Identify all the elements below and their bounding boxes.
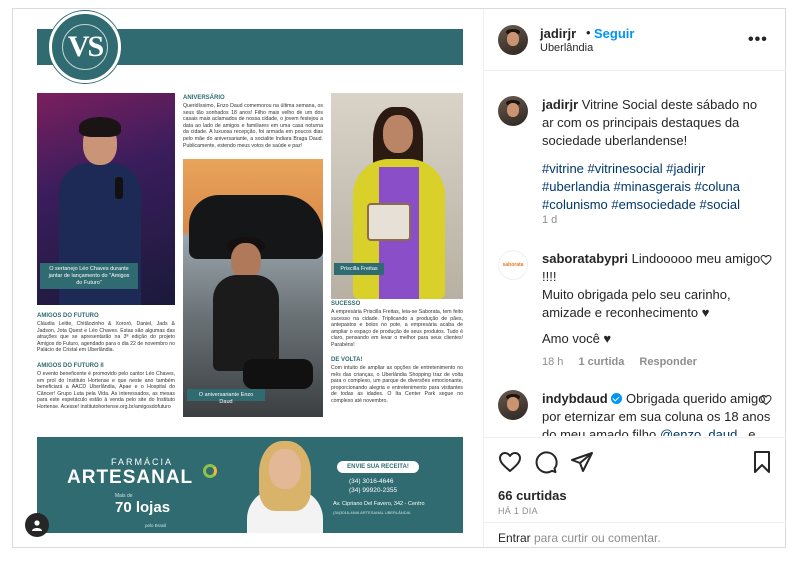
amigos2-title: AMIGOS DO FUTURO II bbox=[37, 363, 104, 369]
commenter-username[interactable]: saboratabypri bbox=[542, 251, 628, 266]
separator-dot: • bbox=[586, 25, 591, 40]
farmacia-artesanal-ad: FARMÁCIA ARTESANAL Mais de 70 lojas pelo… bbox=[37, 437, 463, 533]
comment-text: indybdaud Obrigada querido amigo por ete… bbox=[542, 390, 772, 436]
birthday-photo bbox=[183, 159, 323, 417]
comment-line-2: Muito obrigada pelo seu carinho, amizade… bbox=[542, 287, 731, 320]
author-avatar[interactable] bbox=[498, 25, 528, 55]
caption-time: 1 d bbox=[542, 214, 558, 226]
location-link[interactable]: Uberlândia bbox=[540, 42, 593, 54]
vitrine-social-logo: VS bbox=[49, 11, 121, 83]
post-sidebar: jadirjr • Seguir Uberlândia ••• jadirjr … bbox=[483, 9, 786, 547]
share-send-icon[interactable] bbox=[570, 450, 594, 474]
singer-caption: O sertanejo Léo Chaves durante jantar de… bbox=[40, 263, 138, 289]
comment-item: saborata saboratabypri Lindooooo meu ami… bbox=[484, 246, 786, 376]
like-heart-icon[interactable] bbox=[498, 450, 522, 474]
bookmark-icon[interactable] bbox=[750, 450, 774, 474]
verified-badge-icon bbox=[611, 393, 623, 404]
ad-small-print: (34)3016-4646 ARTESANAL UBERLÂNDIA bbox=[333, 510, 411, 515]
aniversario-title: ANIVERSÁRIO bbox=[183, 95, 225, 101]
post-header: jadirjr • Seguir Uberlândia ••• bbox=[484, 9, 786, 71]
comment-meta: 18 h 1 curtida Responder bbox=[542, 356, 697, 368]
post-image[interactable]: VS O sertanejo Léo Chaves durante jantar… bbox=[13, 9, 483, 547]
ad-lojas: 70 lojas bbox=[115, 499, 171, 516]
comment-likes[interactable]: 1 curtida bbox=[578, 356, 624, 368]
comment-prompt: para curtir ou comentar. bbox=[534, 531, 661, 545]
devolta-title: DE VOLTA! bbox=[331, 357, 363, 363]
caption-author-avatar[interactable] bbox=[498, 96, 528, 126]
post-time: HÁ 1 DIA bbox=[498, 506, 538, 516]
commenter-username[interactable]: indybdaud bbox=[542, 391, 608, 406]
caption-username[interactable]: jadirjr bbox=[542, 97, 578, 112]
comment-time: 18 h bbox=[542, 356, 564, 368]
ad-phone-2: (34) 99920-2355 bbox=[349, 487, 398, 494]
login-link[interactable]: Entrar bbox=[498, 531, 531, 545]
woman-caption: Priscilla Freitas bbox=[334, 263, 384, 275]
ad-phone-1: (34) 3016-4646 bbox=[349, 478, 394, 485]
ad-leaf-icon bbox=[203, 464, 217, 478]
comment-text: saboratabypri Lindooooo meu amigo !!!! bbox=[542, 250, 772, 286]
comment-item: indybdaud Obrigada querido amigo por ete… bbox=[484, 384, 786, 436]
caption-comment: jadirjr Vitrine Social deste sábado no a… bbox=[484, 86, 786, 236]
comment-like-icon[interactable] bbox=[760, 394, 772, 406]
comment-mention[interactable]: @enzo_daud_ bbox=[660, 427, 745, 436]
author-username[interactable]: jadirjr bbox=[540, 26, 576, 41]
comments-list[interactable]: jadirjr Vitrine Social deste sábado no a… bbox=[484, 72, 786, 436]
reply-button[interactable]: Responder bbox=[639, 356, 696, 368]
more-options-button[interactable]: ••• bbox=[748, 31, 768, 49]
aniversario-body: Queridíssimo, Enzo Daud comemorou na últ… bbox=[183, 103, 323, 149]
boy-caption: O aniversariante Enzo Daud bbox=[187, 389, 265, 405]
comment-login-bar: Entrar para curtir ou comentar. bbox=[484, 522, 786, 548]
sucesso-title: SUCESSO bbox=[331, 301, 361, 307]
devolta-body: Com intuito de ampliar as opções de entr… bbox=[331, 365, 463, 404]
follow-button[interactable]: Seguir bbox=[594, 26, 634, 41]
ad-cta: ENVIE SUA RECEITA! bbox=[337, 461, 419, 473]
ad-brand-name: ARTESANAL bbox=[67, 467, 194, 488]
caption-hashtags[interactable]: #vitrine #vitrinesocial #jadirjr #uberla… bbox=[542, 160, 772, 214]
comment-bubble-icon[interactable] bbox=[534, 450, 558, 474]
comment-line-3: Amo você ♥ bbox=[542, 331, 612, 346]
commenter-avatar[interactable] bbox=[498, 390, 528, 420]
post-actions: 66 curtidas HÁ 1 DIA Entrar para curtir … bbox=[484, 437, 786, 547]
amigos2-body: O evento beneficente é promovido pelo ca… bbox=[37, 371, 175, 410]
post-dialog: VS O sertanejo Léo Chaves durante jantar… bbox=[12, 8, 786, 548]
commenter-avatar[interactable]: saborata bbox=[498, 250, 528, 280]
ad-lojas-sub: pelo Brasil bbox=[145, 523, 167, 528]
sucesso-body: A empresária Priscilla Freitas, leia-se … bbox=[331, 309, 463, 348]
ad-address: Av. Cipriano Del Favero, 342 - Centro bbox=[333, 501, 425, 507]
ad-farmacia-label: FARMÁCIA bbox=[111, 457, 174, 467]
likes-count[interactable]: 66 curtidas bbox=[498, 488, 567, 503]
amigos-title: AMIGOS DO FUTURO bbox=[37, 313, 99, 319]
amigos-body: Cláudia Leitte, Chitãozinho & Xororó, Da… bbox=[37, 321, 175, 354]
caption-text: jadirjr Vitrine Social deste sábado no a… bbox=[542, 96, 772, 150]
comment-like-icon[interactable] bbox=[760, 254, 772, 266]
tagged-users-icon[interactable] bbox=[25, 513, 49, 537]
